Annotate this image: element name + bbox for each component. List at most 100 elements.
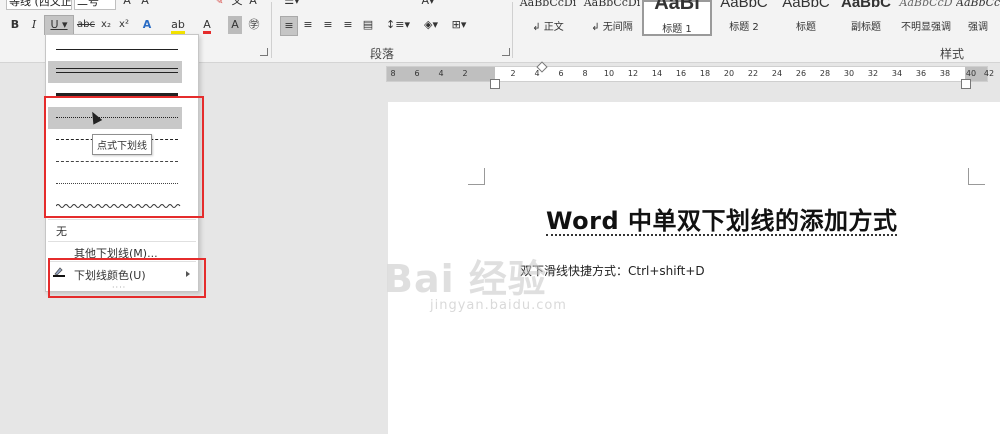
bullets-icon[interactable]: ☰▾	[282, 0, 302, 10]
watermark-brand: Bai 经验	[384, 257, 547, 301]
horizontal-ruler[interactable]: 8 6 4 2 2 4 6 8 10 12 14 16 18 20 22 24 …	[386, 61, 994, 89]
style-sample: AaBl	[654, 0, 700, 14]
align-left-icon[interactable]: ≡	[280, 16, 298, 36]
style-normal[interactable]: AaBbCcDı ↲ 正文	[516, 0, 580, 36]
double-line-sample	[56, 68, 178, 73]
ruler-tick: 8	[390, 69, 396, 78]
left-indent-marker[interactable]	[490, 79, 500, 89]
styles-group-label: 样式	[940, 47, 965, 61]
enclose-char-icon[interactable]: ㊫	[246, 16, 262, 34]
distributed-icon[interactable]: ▤	[360, 16, 376, 34]
clear-format-icon[interactable]: ✎	[212, 0, 226, 10]
justify-icon[interactable]: ≡	[340, 16, 356, 34]
ruler-tick: 32	[867, 69, 879, 78]
highlight-annotation	[48, 258, 206, 298]
ruler-tick: 14	[651, 69, 663, 78]
underline-single-option[interactable]	[48, 39, 182, 61]
ruler-tick: 6	[414, 69, 420, 78]
font-dialog-launcher[interactable]	[260, 48, 268, 56]
watermark-url: jingyan.baidu.com	[430, 298, 567, 313]
menu-separator	[48, 241, 196, 242]
align-center-icon[interactable]: ≡	[300, 16, 316, 34]
line-spacing-icon[interactable]: ↕≡▾	[386, 16, 410, 34]
style-name: ↲ 无间隔	[591, 22, 633, 33]
ruler-tick: 8	[582, 69, 588, 78]
highlight-annotation	[44, 96, 204, 218]
styles-gallery: AaBbCcDı ↲ 正文 AaBbCcDı ↲ 无间隔 AaBl 标题 1 A…	[516, 0, 1000, 40]
ruler-tick: 24	[771, 69, 783, 78]
style-sample: AaBbC	[840, 0, 891, 11]
paragraph-dialog-launcher[interactable]	[502, 48, 510, 56]
char-border-icon[interactable]: A	[246, 0, 260, 10]
ruler-tick: 34	[891, 69, 903, 78]
style-name: 副标题	[851, 22, 881, 33]
ruler-tick: 16	[675, 69, 687, 78]
text-effects-icon[interactable]: A	[140, 16, 154, 34]
underline-double-option[interactable]	[48, 61, 182, 83]
right-indent-marker[interactable]	[961, 79, 971, 89]
paragraph-group-label: 段落	[370, 47, 395, 61]
style-no-spacing[interactable]: AaBbCcDı ↲ 无间隔	[580, 0, 644, 36]
menu-separator	[48, 219, 196, 220]
italic-button[interactable]: I	[27, 16, 41, 34]
font-color-icon[interactable]: A	[198, 16, 216, 34]
style-sample: AaBbC	[720, 0, 768, 11]
underline-label: U	[50, 18, 59, 31]
ruler-tick: 26	[795, 69, 807, 78]
grow-font-icon[interactable]: A	[120, 0, 134, 10]
shrink-font-icon[interactable]: A	[138, 0, 152, 10]
style-sample: AaBbC	[782, 0, 830, 11]
style-title[interactable]: AaBbC 标题	[774, 0, 838, 36]
ruler-tick: 38	[939, 69, 951, 78]
crop-mark	[468, 168, 485, 185]
char-shading-icon[interactable]: A	[228, 16, 242, 34]
ruler-tick: 28	[819, 69, 831, 78]
style-name: 标题 1	[662, 24, 692, 35]
underline-button[interactable]: U ▾	[44, 15, 74, 35]
font-size-select[interactable]: 二号	[74, 0, 116, 10]
ruler-tick: 36	[915, 69, 927, 78]
style-subtle-emphasis[interactable]: AaBbCcD 不明显强调	[894, 0, 958, 36]
bold-button[interactable]: B	[7, 16, 23, 34]
style-subtitle[interactable]: AaBbC 副标题	[834, 0, 898, 36]
shading-icon[interactable]: ◈▾	[420, 16, 442, 34]
ruler-tick: 42	[983, 69, 995, 78]
group-divider	[512, 2, 513, 58]
baidu-watermark: Bai 经验 jingyan.baidu.com	[378, 248, 618, 328]
ruler-tick: 22	[747, 69, 759, 78]
ruler-tick: 2	[462, 69, 468, 78]
style-heading-2[interactable]: AaBbC 标题 2	[712, 0, 776, 36]
ruler-tick: 4	[438, 69, 444, 78]
crop-mark	[968, 168, 985, 185]
style-name: 强调	[968, 22, 988, 33]
phonetic-guide-icon[interactable]: 文	[230, 0, 244, 10]
style-sample: AaBbCcDı	[583, 0, 641, 9]
superscript-button[interactable]: x²	[116, 16, 132, 34]
style-heading-1[interactable]: AaBl 标题 1	[642, 0, 712, 36]
style-sample: AaBbCcDı	[519, 0, 577, 9]
borders-icon[interactable]: ⊞▾	[448, 16, 470, 34]
align-right-icon[interactable]: ≡	[320, 16, 336, 34]
subscript-button[interactable]: x₂	[98, 16, 114, 34]
ruler-tick: 10	[603, 69, 615, 78]
style-name: 不明显强调	[901, 22, 951, 33]
highlight-color-icon[interactable]: ab	[168, 16, 188, 34]
style-sample: AaBbCcD	[956, 0, 1000, 9]
style-name: ↲ 正文	[532, 22, 564, 33]
style-emphasis[interactable]: AaBbCcD 强调	[956, 0, 1000, 36]
ruler-tick: 20	[723, 69, 735, 78]
style-sample: AaBbCcD	[899, 0, 953, 9]
single-line-sample	[56, 49, 178, 50]
strikethrough-button[interactable]: abc	[76, 16, 96, 34]
document-title[interactable]: Word 中单双下划线的添加方式	[546, 208, 898, 236]
font-name-select[interactable]: 等线 (西文正	[6, 0, 72, 10]
ruler-tick: 12	[627, 69, 639, 78]
ruler-tick: 18	[699, 69, 711, 78]
ruler-tick: 30	[843, 69, 855, 78]
style-name: 标题	[796, 22, 816, 33]
style-name: 标题 2	[729, 22, 759, 33]
sort-icon[interactable]: A▾	[420, 0, 436, 10]
ruler-tick: 6	[558, 69, 564, 78]
underline-none-option[interactable]: 无	[56, 223, 67, 239]
ruler-tick: 2	[510, 69, 516, 78]
